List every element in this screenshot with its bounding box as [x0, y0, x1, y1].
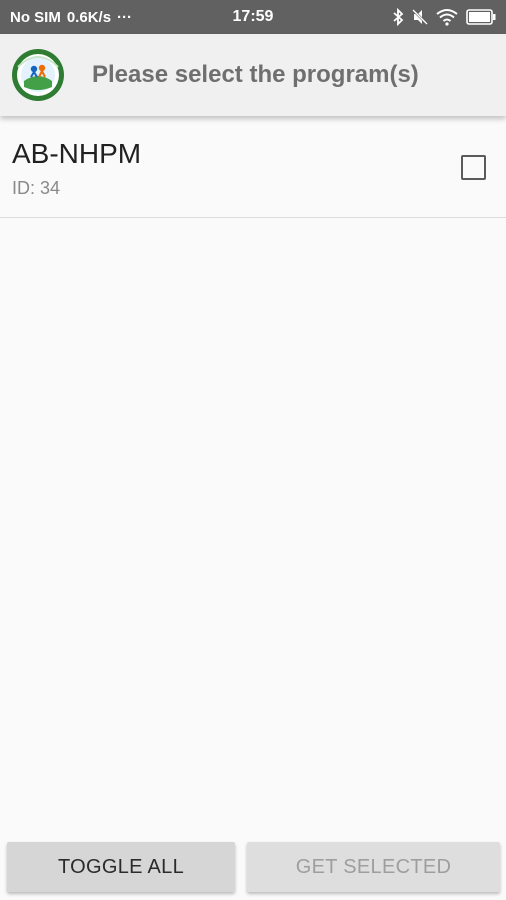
- bluetooth-icon: [392, 8, 404, 26]
- battery-icon: [466, 9, 496, 25]
- wifi-icon: [436, 8, 458, 26]
- carrier-text: No SIM: [10, 8, 61, 26]
- net-speed-text: 0.6K/s: [66, 8, 112, 26]
- get-selected-button[interactable]: GET SELECTED: [247, 842, 500, 892]
- program-name: AB-NHPM: [12, 138, 142, 169]
- program-list-item[interactable]: AB-NHPM ID: 34: [0, 116, 506, 218]
- app-bar: Please select the program(s): [0, 34, 506, 116]
- program-id: ID: 34: [12, 178, 61, 198]
- status-icons: [392, 8, 496, 26]
- program-logo-icon: [10, 47, 66, 103]
- more-dots-text: ···: [117, 8, 133, 26]
- mute-icon: [412, 8, 428, 26]
- page-title: Please select the program(s): [92, 61, 419, 88]
- toggle-all-button[interactable]: TOGGLE ALL: [7, 842, 235, 892]
- bottom-button-bar: TOGGLE ALL GET SELECTED: [0, 842, 506, 900]
- program-list: AB-NHPM ID: 34: [0, 116, 506, 218]
- program-checkbox[interactable]: [461, 155, 486, 180]
- status-left: No SIM 0.6K/s ···: [10, 9, 392, 26]
- status-bar: No SIM 0.6K/s ··· 17:59: [0, 0, 506, 34]
